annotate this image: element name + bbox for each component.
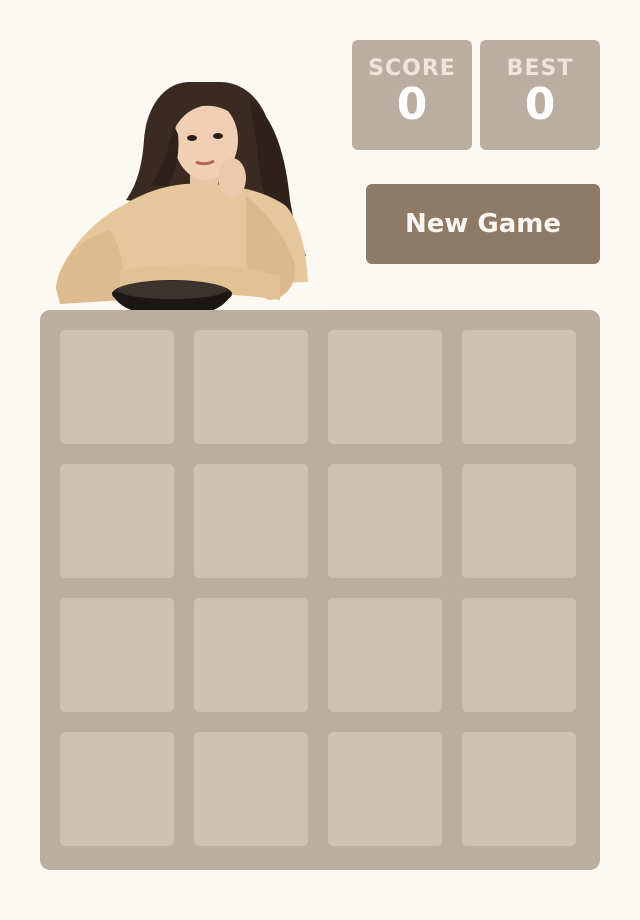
board-cell [194,330,308,444]
board-cell [328,464,442,578]
woman-portrait-illustration [56,82,308,312]
best-value: 0 [524,79,556,130]
board-cell [60,464,174,578]
board-cell [462,598,576,712]
board-cell [194,598,308,712]
board-cell [60,732,174,846]
board-cell [194,464,308,578]
board-cell [462,732,576,846]
board-cell [60,598,174,712]
score-value: 0 [396,79,428,130]
board-cell [462,330,576,444]
board-cell [328,598,442,712]
board-cell [60,330,174,444]
board-cell [328,732,442,846]
game-board[interactable] [40,310,600,870]
board-cell [194,732,308,846]
board-cell [328,330,442,444]
best-score-box: BEST 0 [480,40,600,150]
new-game-button[interactable]: New Game [366,184,600,264]
portrait-image [50,0,325,312]
board-cell [462,464,576,578]
score-box: SCORE 0 [352,40,472,150]
